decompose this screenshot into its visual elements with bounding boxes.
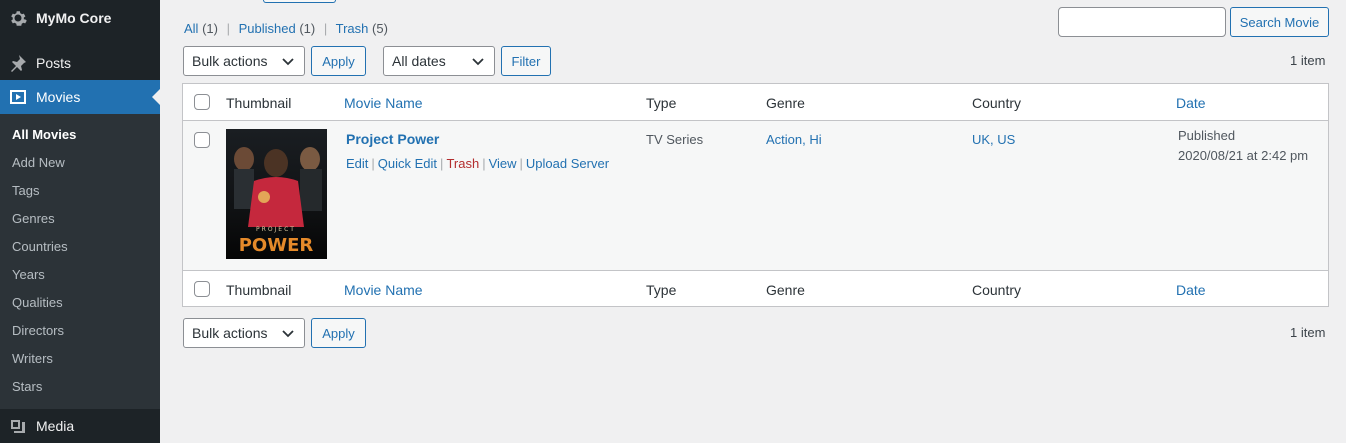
movie-type: TV Series bbox=[646, 132, 704, 147]
sidebar-item-media[interactable]: Media bbox=[0, 409, 160, 443]
filter-all-count: (1) bbox=[202, 21, 218, 36]
bulk-actions-select-bottom[interactable]: Bulk actions bbox=[183, 318, 305, 348]
filter-trash-count: (5) bbox=[372, 21, 388, 36]
header-type: Type bbox=[646, 95, 677, 111]
row-actions: Edit | Quick Edit | Trash | View | Upload Server bbox=[346, 156, 610, 171]
dates-select[interactable]: All dates bbox=[383, 46, 495, 76]
footer-country: Country bbox=[972, 282, 1022, 298]
movie-date-value: 2020/08/21 at 2:42 pm bbox=[1178, 148, 1309, 163]
table-header: Thumbnail Movie Name Type Genre Country … bbox=[183, 84, 1328, 121]
select-all-checkbox-bottom[interactable] bbox=[194, 281, 210, 297]
view-link[interactable]: View bbox=[489, 156, 517, 171]
table-row: PROJECT POWER Project Power Edit | Quick E… bbox=[183, 121, 1328, 270]
chevron-down-icon bbox=[282, 330, 294, 338]
header-date[interactable]: Date bbox=[1176, 95, 1206, 111]
row-checkbox[interactable] bbox=[194, 132, 210, 148]
bulk-actions-select-top[interactable]: Bulk actions bbox=[183, 46, 305, 76]
apply-button-bottom[interactable]: Apply bbox=[311, 318, 366, 348]
movie-title-link[interactable]: Project Power bbox=[346, 131, 439, 147]
media-icon bbox=[0, 409, 36, 443]
apply-button-top[interactable]: Apply bbox=[311, 46, 366, 76]
dates-label: All dates bbox=[392, 53, 446, 69]
pushpin-icon bbox=[0, 46, 36, 80]
submenu-writers[interactable]: Writers bbox=[0, 345, 160, 373]
header-country: Country bbox=[972, 95, 1022, 111]
sidebar-item-mymo-core[interactable]: MyMo Core bbox=[0, 1, 160, 35]
movies-table: Thumbnail Movie Name Type Genre Country … bbox=[182, 83, 1329, 307]
filter-published[interactable]: Published bbox=[239, 21, 296, 36]
chevron-down-icon bbox=[472, 58, 484, 66]
movie-genre-link[interactable]: Action, Hi bbox=[766, 132, 822, 147]
submenu-qualities[interactable]: Qualities bbox=[0, 289, 160, 317]
search-movie-button[interactable]: Search Movie bbox=[1230, 7, 1329, 37]
table-footer: Thumbnail Movie Name Type Genre Country … bbox=[183, 270, 1328, 307]
sidebar-item-label: Media bbox=[36, 418, 75, 434]
select-all-checkbox[interactable] bbox=[194, 94, 210, 110]
submenu-directors[interactable]: Directors bbox=[0, 317, 160, 345]
sidebar-item-posts[interactable]: Posts bbox=[0, 46, 160, 80]
submenu-years[interactable]: Years bbox=[0, 261, 160, 289]
submenu-all-movies[interactable]: All Movies bbox=[0, 121, 160, 149]
bulk-actions-label: Bulk actions bbox=[192, 53, 268, 69]
movie-thumbnail[interactable]: PROJECT POWER bbox=[226, 129, 327, 259]
poster-title: POWER bbox=[239, 235, 314, 256]
quick-edit-link[interactable]: Quick Edit bbox=[378, 156, 437, 171]
submenu-add-new[interactable]: Add New bbox=[0, 149, 160, 177]
filter-all[interactable]: All bbox=[184, 21, 198, 36]
search-input[interactable] bbox=[1058, 7, 1226, 37]
submenu-countries[interactable]: Countries bbox=[0, 233, 160, 261]
header-thumbnail: Thumbnail bbox=[226, 95, 292, 111]
movie-date: Published 2020/08/21 at 2:42 pm bbox=[1178, 126, 1308, 166]
sidebar-item-label: Movies bbox=[36, 89, 81, 105]
trash-link[interactable]: Trash bbox=[446, 156, 479, 171]
items-count-bottom: 1 item bbox=[1290, 325, 1326, 340]
movie-status: Published bbox=[1178, 128, 1236, 143]
movie-country-link[interactable]: UK, US bbox=[972, 132, 1015, 147]
gear-icon bbox=[0, 1, 36, 35]
admin-sidebar: MyMo Core Posts Movies All Movies Add Ne… bbox=[0, 0, 160, 443]
upload-server-link[interactable]: Upload Server bbox=[526, 156, 609, 171]
filter-button[interactable]: Filter bbox=[501, 46, 551, 76]
movies-submenu: All Movies Add New Tags Genres Countries… bbox=[0, 114, 160, 409]
video-icon bbox=[0, 80, 36, 114]
sidebar-item-movies[interactable]: Movies bbox=[0, 80, 160, 114]
status-filters: All (1) | Published (1) | Trash (5) bbox=[184, 20, 388, 37]
filter-separator: | bbox=[226, 21, 230, 36]
add-new-button[interactable] bbox=[263, 0, 336, 3]
footer-type: Type bbox=[646, 282, 677, 298]
edit-link[interactable]: Edit bbox=[346, 156, 368, 171]
filter-separator: | bbox=[323, 21, 328, 36]
sidebar-item-label: MyMo Core bbox=[36, 10, 112, 26]
bulk-actions-label: Bulk actions bbox=[192, 325, 268, 341]
header-genre: Genre bbox=[766, 95, 805, 111]
sidebar-item-label: Posts bbox=[36, 55, 72, 71]
footer-movie-name[interactable]: Movie Name bbox=[344, 282, 423, 298]
items-count-top: 1 item bbox=[1290, 53, 1326, 68]
filter-published-count: (1) bbox=[299, 21, 316, 36]
header-movie-name[interactable]: Movie Name bbox=[344, 95, 423, 111]
movie-poster-image: PROJECT POWER bbox=[226, 129, 327, 259]
filter-trash[interactable]: Trash bbox=[336, 21, 369, 36]
main-content: All (1) | Published (1) | Trash (5) Sear… bbox=[160, 0, 1346, 443]
submenu-stars[interactable]: Stars bbox=[0, 373, 160, 401]
submenu-tags[interactable]: Tags bbox=[0, 177, 160, 205]
footer-date[interactable]: Date bbox=[1176, 282, 1206, 298]
submenu-genres[interactable]: Genres bbox=[0, 205, 160, 233]
footer-genre: Genre bbox=[766, 282, 805, 298]
footer-thumbnail: Thumbnail bbox=[226, 282, 292, 298]
chevron-down-icon bbox=[282, 58, 294, 66]
poster-subtitle: PROJECT bbox=[256, 226, 296, 233]
